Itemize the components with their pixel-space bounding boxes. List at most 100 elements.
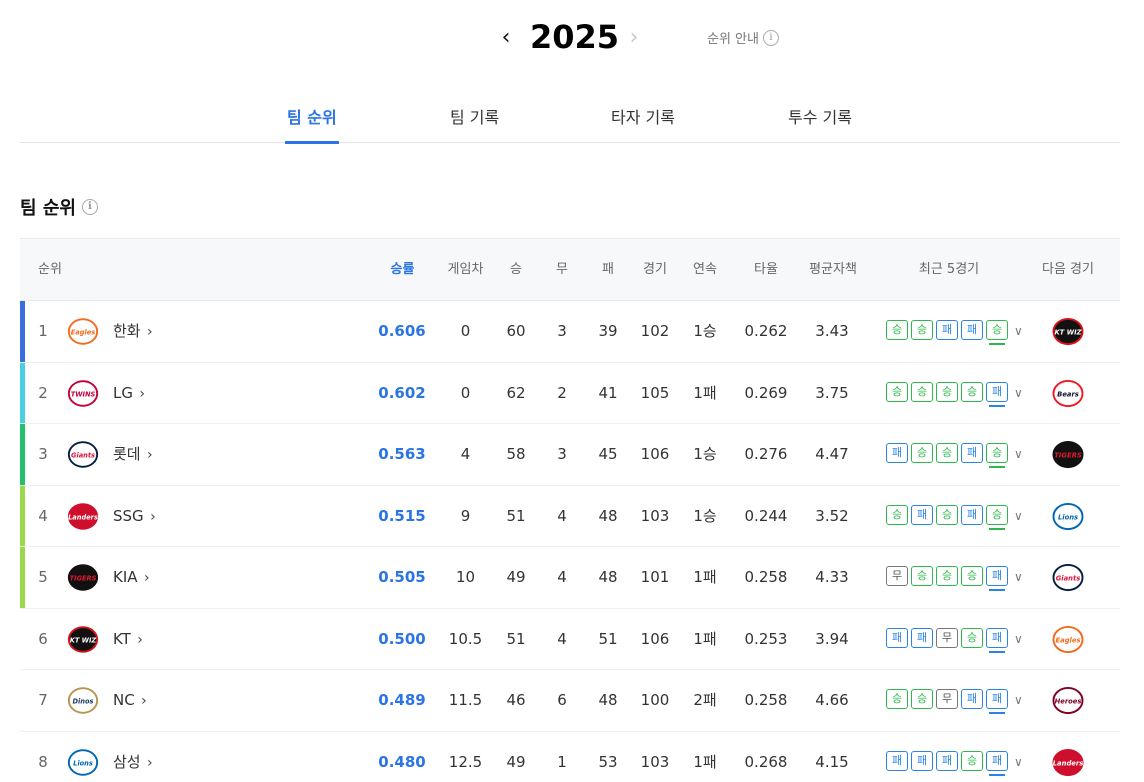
batting-avg: 0.276 [744,445,788,463]
chevron-down-icon[interactable]: ∨ [1014,670,1023,731]
next-game-opponent[interactable]: KT WIZ [1050,316,1086,347]
opponent-logo-emblem: Landers [1052,748,1084,776]
chevron-right-icon: › [132,631,143,648]
next-game-opponent[interactable]: Eagles [1050,624,1086,655]
next-game-opponent[interactable]: Landers [1050,747,1086,778]
team-logo: KT WIZ [66,624,100,655]
recent-result-chip: 패 [886,627,908,648]
era: 3.75 [815,383,849,402]
col-draws[interactable]: 무 [548,239,576,301]
team-link[interactable]: 한화 › [113,301,153,362]
recent-result-chip: 승 [961,627,983,648]
col-losses[interactable]: 패 [594,239,622,301]
win-pct: 0.563 [378,445,426,463]
col-games-behind[interactable]: 게임차 [440,239,491,301]
chevron-down-icon[interactable]: ∨ [1014,301,1023,362]
table-header: 순위 승률 게임차 승 무 패 경기 연속 타율 평균자책 최근 5경기 다음 … [20,238,1120,301]
tab-team-rank[interactable]: 팀 순위 [285,104,339,144]
team-link[interactable]: KT › [113,609,143,670]
draws: 4 [557,629,567,648]
next-game-opponent[interactable]: TIGERS [1050,439,1086,470]
team-name: LG [113,383,133,402]
chevron-right-icon: › [142,754,153,771]
svg-text:KT WIZ: KT WIZ [70,636,97,644]
next-game-opponent[interactable]: Giants [1050,562,1086,593]
games-behind: 9 [460,506,471,525]
svg-text:Heroes: Heroes [1055,697,1082,705]
games-played: 101 [640,568,670,586]
table-row: 2 TWINS LG › 0.602 0 62 2 41 105 1패 0.269 3.75 승 승 승 승 패… [20,362,1120,424]
rank-number: 8 [38,752,48,771]
recent-result-chip: 무 [936,689,958,709]
opponent-logo-emblem: Bears [1052,379,1084,407]
streak: 1패 [693,629,717,648]
tab-pitcher-records[interactable]: 투수 기록 [788,104,852,143]
chevron-left-icon[interactable]: ‹ [496,26,516,50]
chevron-right-icon: › [145,508,156,525]
rank-number: 4 [38,506,48,525]
svg-text:Eagles: Eagles [71,328,95,336]
win-pct: 0.505 [378,568,426,586]
team-link[interactable]: 롯데 › [113,424,153,485]
chevron-down-icon[interactable]: ∨ [1014,732,1023,782]
recent-result-chip: 승 [911,320,933,340]
opponent-logo-emblem: Giants [1052,563,1084,592]
col-games[interactable]: 경기 [636,239,674,301]
tab-team-records[interactable]: 팀 기록 [450,104,499,143]
col-era[interactable]: 평균자책 [803,239,863,301]
team-link[interactable]: SSG › [113,486,156,547]
chevron-right-icon[interactable]: › [624,26,644,50]
recent-result-chip: 승 [936,504,958,525]
info-icon[interactable]: i [81,199,98,215]
recent-result-chip: 승 [936,566,958,586]
rank-tier-bar [20,485,25,546]
chevron-down-icon[interactable]: ∨ [1014,547,1023,608]
streak: 2패 [693,691,717,709]
team-logo-emblem: Eagles [67,318,99,345]
tab-batter-records[interactable]: 타자 기록 [611,104,675,143]
rank-guide-button[interactable]: 순위 안내 i [707,28,779,47]
col-batting-avg[interactable]: 타율 [746,239,786,301]
chevron-right-icon: › [142,324,153,340]
losses: 51 [598,629,618,648]
recent-result-chip: 승 [986,443,1008,468]
era: 4.47 [815,445,849,463]
chevron-down-icon[interactable]: ∨ [1014,424,1023,485]
games-played: 103 [640,752,670,771]
next-game-opponent[interactable]: Bears [1050,378,1086,409]
wins: 51 [506,629,526,648]
standings-table: 순위 승률 게임차 승 무 패 경기 연속 타율 평균자책 최근 5경기 다음 … [20,238,1120,782]
team-logo-emblem: KT WIZ [67,625,99,653]
next-game-opponent[interactable]: Lions [1050,501,1086,532]
team-logo: Giants [66,439,100,470]
batting-avg: 0.258 [744,568,788,586]
recent-result-chip: 패 [986,750,1008,776]
col-win-pct[interactable]: 승률 [380,239,425,301]
win-pct: 0.515 [378,506,426,525]
recent-result-chip: 패 [986,566,1008,591]
recent-result-chip: 패 [886,750,908,771]
next-game-opponent[interactable]: Heroes [1050,685,1086,716]
rank-number: 5 [38,568,48,586]
team-name: KIA [113,568,138,586]
batting-avg: 0.262 [744,322,788,340]
games-played: 100 [640,691,670,709]
team-name: KT [113,629,131,648]
chevron-down-icon[interactable]: ∨ [1014,363,1023,424]
team-link[interactable]: KIA › [113,547,150,608]
table-row: 4 Landers SSG › 0.515 9 51 4 48 103 1승 0.244 3.52 승 패… [20,485,1120,547]
col-rank: 순위 [38,262,62,277]
recent-result-chip: 승 [986,504,1008,530]
losses: 45 [598,445,618,463]
team-link[interactable]: LG › [113,363,145,424]
team-logo: Eagles [66,316,100,347]
col-streak[interactable]: 연속 [684,239,726,301]
chevron-down-icon[interactable]: ∨ [1014,486,1023,547]
recent-5-games: 승승무패패 [886,689,1008,714]
team-link[interactable]: 삼성 › [113,732,153,782]
team-link[interactable]: NC › [113,670,147,731]
draws: 4 [557,568,567,586]
col-wins[interactable]: 승 [502,239,530,301]
chevron-down-icon[interactable]: ∨ [1014,609,1023,670]
svg-text:Giants: Giants [1056,574,1081,582]
